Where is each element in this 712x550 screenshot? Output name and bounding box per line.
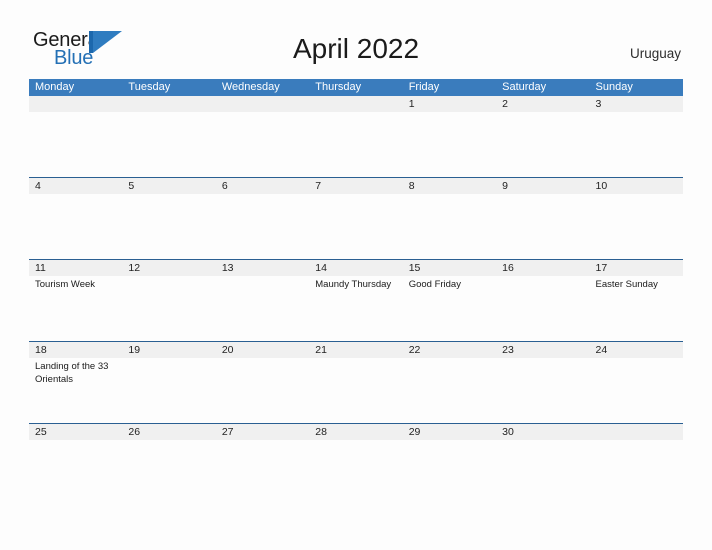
day-cell-empty <box>496 440 589 505</box>
day-event-row: Tourism Week Maundy Thursday Good Friday Ea… <box>29 276 683 341</box>
day-cell-empty <box>216 358 309 423</box>
day-cell-empty <box>496 358 589 423</box>
day-event-label: Maundy Thursday <box>315 279 392 290</box>
day-cell-empty <box>496 276 589 341</box>
page-title: April 2022 <box>292 33 420 64</box>
day-cell-empty <box>309 440 402 505</box>
day-number[interactable]: 1 <box>403 96 496 112</box>
day-cell-empty <box>122 276 215 341</box>
day-event-row <box>29 112 683 177</box>
weekday-header-row: Monday Tuesday Wednesday Thursday Friday Satu… <box>29 79 683 96</box>
day-number-empty <box>216 96 309 112</box>
day-cell-empty <box>496 112 589 177</box>
day-cell-empty <box>403 440 496 505</box>
day-cell-empty <box>309 194 402 259</box>
calendar-page: General Blue April 2022 Uruguay Monday Tu… <box>0 0 712 550</box>
day-number-empty <box>590 424 683 440</box>
day-event-label: Easter Sunday <box>595 279 658 290</box>
calendar-week-row: 11 12 13 14 15 16 17 Tourism Week Maundy Thursda… <box>29 259 683 341</box>
day-event-label: Tourism Week <box>35 279 96 290</box>
day-number[interactable]: 20 <box>216 342 309 358</box>
day-number[interactable]: 26 <box>122 424 215 440</box>
day-number[interactable]: 12 <box>122 260 215 276</box>
weekday-header-saturday: Saturday <box>502 81 547 93</box>
day-number[interactable]: 6 <box>216 178 309 194</box>
day-number[interactable]: 21 <box>309 342 402 358</box>
day-cell-empty <box>403 194 496 259</box>
calendar-grid: Monday Tuesday Wednesday Thursday Friday Satu… <box>29 79 683 505</box>
calendar-week-row: 4 5 6 7 8 9 10 <box>29 177 683 259</box>
day-cell-empty <box>216 440 309 505</box>
day-number-band: 18 19 20 21 22 23 24 <box>29 342 683 358</box>
day-number[interactable]: 5 <box>122 178 215 194</box>
day-cell-empty <box>309 358 402 423</box>
day-number[interactable]: 7 <box>309 178 402 194</box>
region-label: Uruguay <box>629 46 681 61</box>
day-cell-empty <box>590 194 683 259</box>
day-number[interactable]: 4 <box>29 178 122 194</box>
day-number-band: 4 5 6 7 8 9 10 <box>29 178 683 194</box>
day-event-row <box>29 194 683 259</box>
day-number[interactable]: 17 <box>590 260 683 276</box>
day-number-band: 11 12 13 14 15 16 17 <box>29 260 683 276</box>
day-cell-empty <box>122 194 215 259</box>
day-number[interactable]: 28 <box>309 424 402 440</box>
day-cell-empty <box>122 440 215 505</box>
day-cell-empty <box>216 112 309 177</box>
day-cell-empty <box>29 112 122 177</box>
day-number[interactable]: 19 <box>122 342 215 358</box>
day-number[interactable]: 27 <box>216 424 309 440</box>
day-number[interactable]: 24 <box>590 342 683 358</box>
day-number[interactable]: 22 <box>403 342 496 358</box>
day-cell-empty <box>216 194 309 259</box>
day-number[interactable]: 10 <box>590 178 683 194</box>
day-number-empty <box>309 96 402 112</box>
day-number[interactable]: 8 <box>403 178 496 194</box>
day-number[interactable]: 14 <box>309 260 402 276</box>
day-number[interactable]: 2 <box>496 96 589 112</box>
weekday-header-friday: Friday <box>408 81 440 93</box>
calendar-week-row: 123 <box>29 96 683 177</box>
day-cell-empty <box>122 112 215 177</box>
calendar-weeks: 1 2 3 4 5 6 7 8 9 10 11 12 13 14 15 16 17 Tourism Week Mau… <box>29 96 683 505</box>
day-event-label: Landing of the 33 Orientals <box>35 361 109 385</box>
day-number-empty <box>29 96 122 112</box>
day-event-label: Good Friday <box>408 279 461 290</box>
day-event-row: Landing of the 33 Orientals <box>29 358 683 423</box>
day-cell-empty <box>590 440 683 505</box>
day-number[interactable]: 9 <box>496 178 589 194</box>
day-cell-empty <box>403 112 496 177</box>
day-event-row <box>29 440 683 505</box>
page-header: General Blue April 2022 Uruguay <box>0 0 712 78</box>
day-cell-empty <box>496 194 589 259</box>
day-number[interactable]: 13 <box>216 260 309 276</box>
calendar-week-row: 25 26 27 28 29 30 <box>29 423 683 505</box>
weekday-header-tuesday: Tuesday <box>128 81 171 93</box>
day-number-band: 123 <box>29 96 683 112</box>
day-number[interactable]: 23 <box>496 342 589 358</box>
weekday-header-monday: Monday <box>35 81 75 93</box>
day-number-band: 25 26 27 28 29 30 <box>29 424 683 440</box>
day-number[interactable]: 16 <box>496 260 589 276</box>
weekday-header-thursday: Thursday <box>315 81 362 93</box>
day-number[interactable]: 25 <box>29 424 122 440</box>
calendar-week-row: 18 19 20 21 22 23 24 Landing of the 33 Oriental… <box>29 341 683 423</box>
day-cell-empty <box>122 358 215 423</box>
day-number[interactable]: 30 <box>496 424 589 440</box>
weekday-header-wednesday: Wednesday <box>221 81 280 93</box>
day-number-empty <box>122 96 215 112</box>
day-cell-empty <box>29 194 122 259</box>
day-number[interactable]: 29 <box>403 424 496 440</box>
day-cell-empty <box>309 112 402 177</box>
weekday-header-sunday: Sunday <box>595 81 633 93</box>
day-number[interactable]: 18 <box>29 342 122 358</box>
day-cell-empty <box>590 112 683 177</box>
day-number[interactable]: 11 <box>29 260 122 276</box>
day-cell-empty <box>590 358 683 423</box>
day-number[interactable]: 3 <box>590 96 683 112</box>
day-cell-empty <box>29 440 122 505</box>
day-cell-empty <box>403 358 496 423</box>
day-cell-empty <box>216 276 309 341</box>
day-number[interactable]: 15 <box>403 260 496 276</box>
